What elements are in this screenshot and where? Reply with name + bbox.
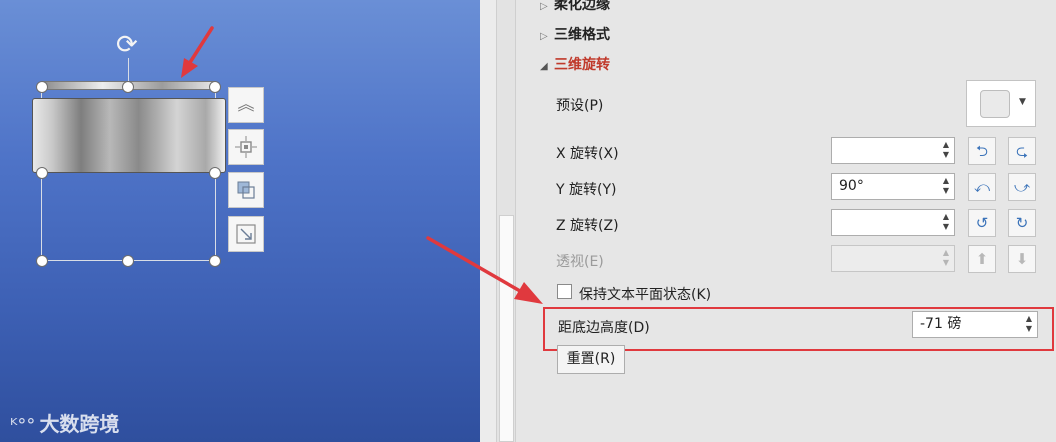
perspective-label: 透视(E) <box>556 254 604 270</box>
expanded-triangle-icon: ◢ <box>540 61 548 72</box>
section-3d-rotation[interactable]: ◢ 三维旋转 <box>540 54 610 74</box>
resize-handle-bottom-right[interactable] <box>209 255 221 267</box>
keep-text-flat-checkbox[interactable] <box>557 284 572 299</box>
z-rotation-label: Z 旋转(Z) <box>556 218 619 234</box>
watermark: ᴷ°° 大数跨境 <box>10 408 119 437</box>
widen-icon: ⬇ <box>1008 245 1036 273</box>
rotate-ccw-icon[interactable]: ↺ <box>968 209 996 237</box>
y-rotation-input[interactable]: 90° ▲ ▼ <box>831 173 955 200</box>
y-rotation-value: 90° <box>839 178 864 194</box>
y-rotation-label: Y 旋转(Y) <box>556 182 617 198</box>
section-soft-edges[interactable]: ▷ 柔化边缘 <box>540 0 610 14</box>
vertical-scrollbar[interactable] <box>496 0 516 442</box>
resize-handle-middle-right[interactable] <box>209 167 221 179</box>
resize-handle-top-left[interactable] <box>36 81 48 93</box>
spinner-icon[interactable]: ▲ ▼ <box>940 212 952 233</box>
resize-icon[interactable] <box>228 216 264 252</box>
collapsed-triangle-icon: ▷ <box>540 31 548 42</box>
rotate-left-icon[interactable]: ⮌ <box>968 137 996 165</box>
spinner-icon[interactable]: ▲ ▼ <box>940 176 952 197</box>
rotate-cw-icon[interactable]: ↻ <box>1008 209 1036 237</box>
logo-icon: ᴷ°° <box>10 415 36 436</box>
watermark-text: 大数跨境 <box>39 412 120 436</box>
resize-handle-bottom-center[interactable] <box>122 255 134 267</box>
align-icon[interactable] <box>228 129 264 165</box>
arrange-icon[interactable] <box>228 172 264 208</box>
perspective-input: ▲ ▼ <box>831 245 955 272</box>
keep-text-flat-label: 保持文本平面状态(K) <box>579 287 712 303</box>
preset-label: 预设(P) <box>556 98 604 114</box>
resize-handle-top-right[interactable] <box>209 81 221 93</box>
layout-options-icon[interactable]: ︽ <box>228 87 264 123</box>
rotate-up-icon[interactable]: ⤺ <box>968 173 996 201</box>
format-shape-panel: ▷ 柔化边缘 ▷ 三维格式 ◢ 三维旋转 预设(P) ▼ X 旋转(X) ▲ ▼ ⮌ ⮎… <box>516 0 1056 442</box>
pane-gap <box>480 0 496 442</box>
preset-swatch <box>980 90 1010 118</box>
narrow-icon: ⬆ <box>968 245 996 273</box>
scroll-thumb[interactable] <box>499 215 514 442</box>
z-rotation-input[interactable]: ▲ ▼ <box>831 209 955 236</box>
section-3d-format[interactable]: ▷ 三维格式 <box>540 24 610 44</box>
preset-dropdown[interactable]: ▼ <box>966 80 1036 127</box>
resize-handle-top-center[interactable] <box>122 81 134 93</box>
slide-canvas[interactable]: ⟳ ︽ ᴷ°° 大数跨境 <box>0 0 480 442</box>
collapsed-triangle-icon: ▷ <box>540 1 548 12</box>
chevron-down-icon: ▼ <box>1019 97 1026 107</box>
spinner-icon: ▲ ▼ <box>942 248 950 267</box>
rotate-down-icon[interactable]: ⤻ <box>1008 173 1036 201</box>
3d-shape[interactable] <box>32 98 226 173</box>
resize-handle-bottom-left[interactable] <box>36 255 48 267</box>
x-rotation-label: X 旋转(X) <box>556 146 619 162</box>
x-rotation-input[interactable]: ▲ ▼ <box>831 137 955 164</box>
spinner-icon[interactable]: ▲ ▼ <box>940 140 952 161</box>
rotate-handle-icon[interactable]: ⟳ <box>116 32 138 58</box>
resize-handle-middle-left[interactable] <box>36 167 48 179</box>
reset-button[interactable]: 重置(R) <box>557 345 625 374</box>
rotate-right-icon[interactable]: ⮎ <box>1008 137 1036 165</box>
